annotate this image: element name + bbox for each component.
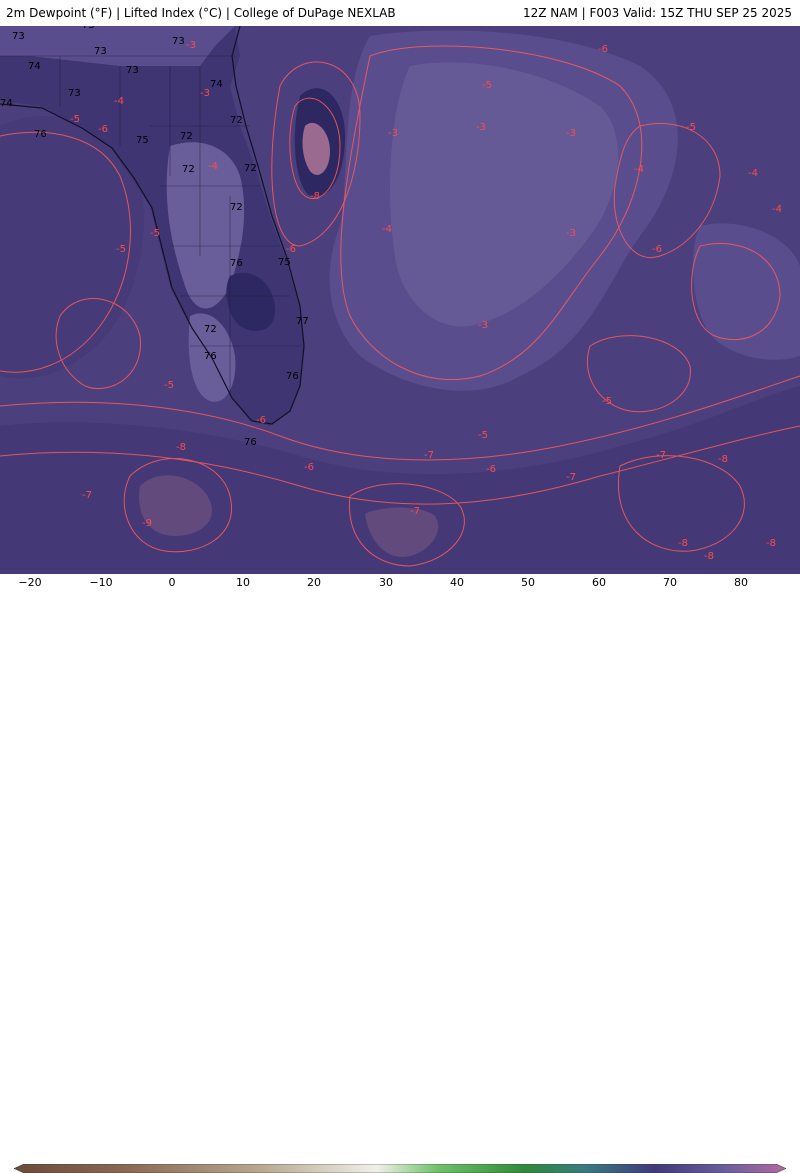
colorbar: −20 −10 0 10 20 30 40 50 60 70 80 bbox=[0, 574, 800, 1173]
colorbar-tick: 50 bbox=[521, 576, 535, 589]
lifted-index-label: -8 bbox=[766, 538, 776, 549]
colorbar-tick: 30 bbox=[379, 576, 393, 589]
lifted-index-label: -7 bbox=[82, 490, 92, 501]
lifted-index-label: -4 bbox=[208, 161, 218, 172]
colorbar-tick: 40 bbox=[450, 576, 464, 589]
dewpoint-label: 75 bbox=[278, 257, 291, 268]
lifted-index-label: -5 bbox=[116, 244, 126, 255]
lifted-index-label: -5 bbox=[70, 114, 80, 125]
colorbar-tick: 70 bbox=[663, 576, 677, 589]
dewpoint-label: 73 bbox=[126, 65, 139, 76]
dewpoint-label: 75 bbox=[136, 135, 149, 146]
lifted-index-label: -8 bbox=[176, 442, 186, 453]
dewpoint-label: 73 bbox=[68, 88, 81, 99]
lifted-index-label: -3 bbox=[478, 320, 488, 331]
lifted-index-label: -8 bbox=[310, 191, 320, 202]
lifted-index-label: -6 bbox=[486, 464, 496, 475]
lifted-index-label: -4 bbox=[634, 164, 644, 175]
dewpoint-label: 73 bbox=[82, 26, 95, 31]
lifted-index-label: -4 bbox=[382, 224, 392, 235]
dewpoint-label: 74 bbox=[210, 79, 223, 90]
lifted-index-label: -3 bbox=[566, 128, 576, 139]
lifted-index-label: -3 bbox=[186, 40, 196, 51]
colorbar-tick: 60 bbox=[592, 576, 606, 589]
colorbar-tick: 0 bbox=[168, 576, 176, 589]
lifted-index-label: -3 bbox=[200, 88, 210, 99]
lifted-index-label: -3 bbox=[476, 122, 486, 133]
lifted-index-label: -7 bbox=[566, 472, 576, 483]
product-title: 2m Dewpoint (°F) | Lifted Index (°C) | C… bbox=[6, 6, 396, 20]
dewpoint-label: 72 bbox=[182, 164, 195, 175]
weather-map: 73 73 73 74 73 73 73 74 76 75 72 72 72 7… bbox=[0, 26, 800, 574]
colorbar-tick: 10 bbox=[236, 576, 250, 589]
lifted-index-label: -5 bbox=[164, 380, 174, 391]
dewpoint-label: 76 bbox=[204, 351, 217, 362]
dewpoint-label: 72 bbox=[180, 131, 193, 142]
lifted-index-label: -5 bbox=[482, 80, 492, 91]
lifted-index-label: -6 bbox=[98, 124, 108, 135]
lifted-index-label: -4 bbox=[748, 168, 758, 179]
lifted-index-label: -3 bbox=[566, 228, 576, 239]
lifted-index-label: -6 bbox=[652, 244, 662, 255]
lifted-index-label: -5 bbox=[686, 122, 696, 133]
dewpoint-label: 73 bbox=[172, 36, 185, 47]
map-header: 2m Dewpoint (°F) | Lifted Index (°C) | C… bbox=[0, 0, 800, 26]
colorbar-tick: 20 bbox=[307, 576, 321, 589]
lifted-index-label: -5 bbox=[602, 396, 612, 407]
lifted-index-label: -7 bbox=[410, 506, 420, 517]
dewpoint-label: 72 bbox=[230, 115, 243, 126]
lifted-index-label: -6 bbox=[256, 415, 266, 426]
dewpoint-label: 74 bbox=[28, 61, 41, 72]
lifted-index-label: -8 bbox=[678, 538, 688, 549]
lifted-index-label: -3 bbox=[388, 128, 398, 139]
dewpoint-label: 76 bbox=[34, 129, 47, 140]
lifted-index-label: -4 bbox=[114, 96, 124, 107]
dewpoint-label: 76 bbox=[286, 371, 299, 382]
dewpoint-label: 76 bbox=[230, 258, 243, 269]
colorbar-tick: −10 bbox=[89, 576, 113, 589]
dewpoint-label: 77 bbox=[296, 316, 309, 327]
lifted-index-label: -8 bbox=[718, 454, 728, 465]
model-run-title: 12Z NAM | F003 Valid: 15Z THU SEP 25 202… bbox=[522, 6, 792, 20]
dewpoint-label: 72 bbox=[230, 202, 243, 213]
dewpoint-label: 72 bbox=[204, 324, 217, 335]
colorbar-gradient bbox=[14, 1164, 786, 1173]
colorbar-tick: 80 bbox=[734, 576, 748, 589]
lifted-index-label: -6 bbox=[598, 44, 608, 55]
lifted-index-label: -6 bbox=[286, 244, 296, 255]
lifted-index-label: -7 bbox=[424, 450, 434, 461]
map-canvas: 73 73 73 74 73 73 73 74 76 75 72 72 72 7… bbox=[0, 26, 800, 574]
colorbar-tick: −20 bbox=[18, 576, 42, 589]
dewpoint-label: 72 bbox=[244, 163, 257, 174]
dewpoint-label: 73 bbox=[94, 46, 107, 57]
dewpoint-label: 73 bbox=[12, 31, 25, 42]
dewpoint-label: 74 bbox=[0, 98, 13, 109]
lifted-index-label: -6 bbox=[304, 462, 314, 473]
lifted-index-label: -4 bbox=[772, 204, 782, 215]
lifted-index-label: -8 bbox=[704, 551, 714, 562]
lifted-index-label: -9 bbox=[142, 518, 152, 529]
lifted-index-label: -5 bbox=[478, 430, 488, 441]
lifted-index-label: -7 bbox=[656, 450, 666, 461]
dewpoint-label: 76 bbox=[244, 437, 257, 448]
lifted-index-label: -5 bbox=[150, 228, 160, 239]
